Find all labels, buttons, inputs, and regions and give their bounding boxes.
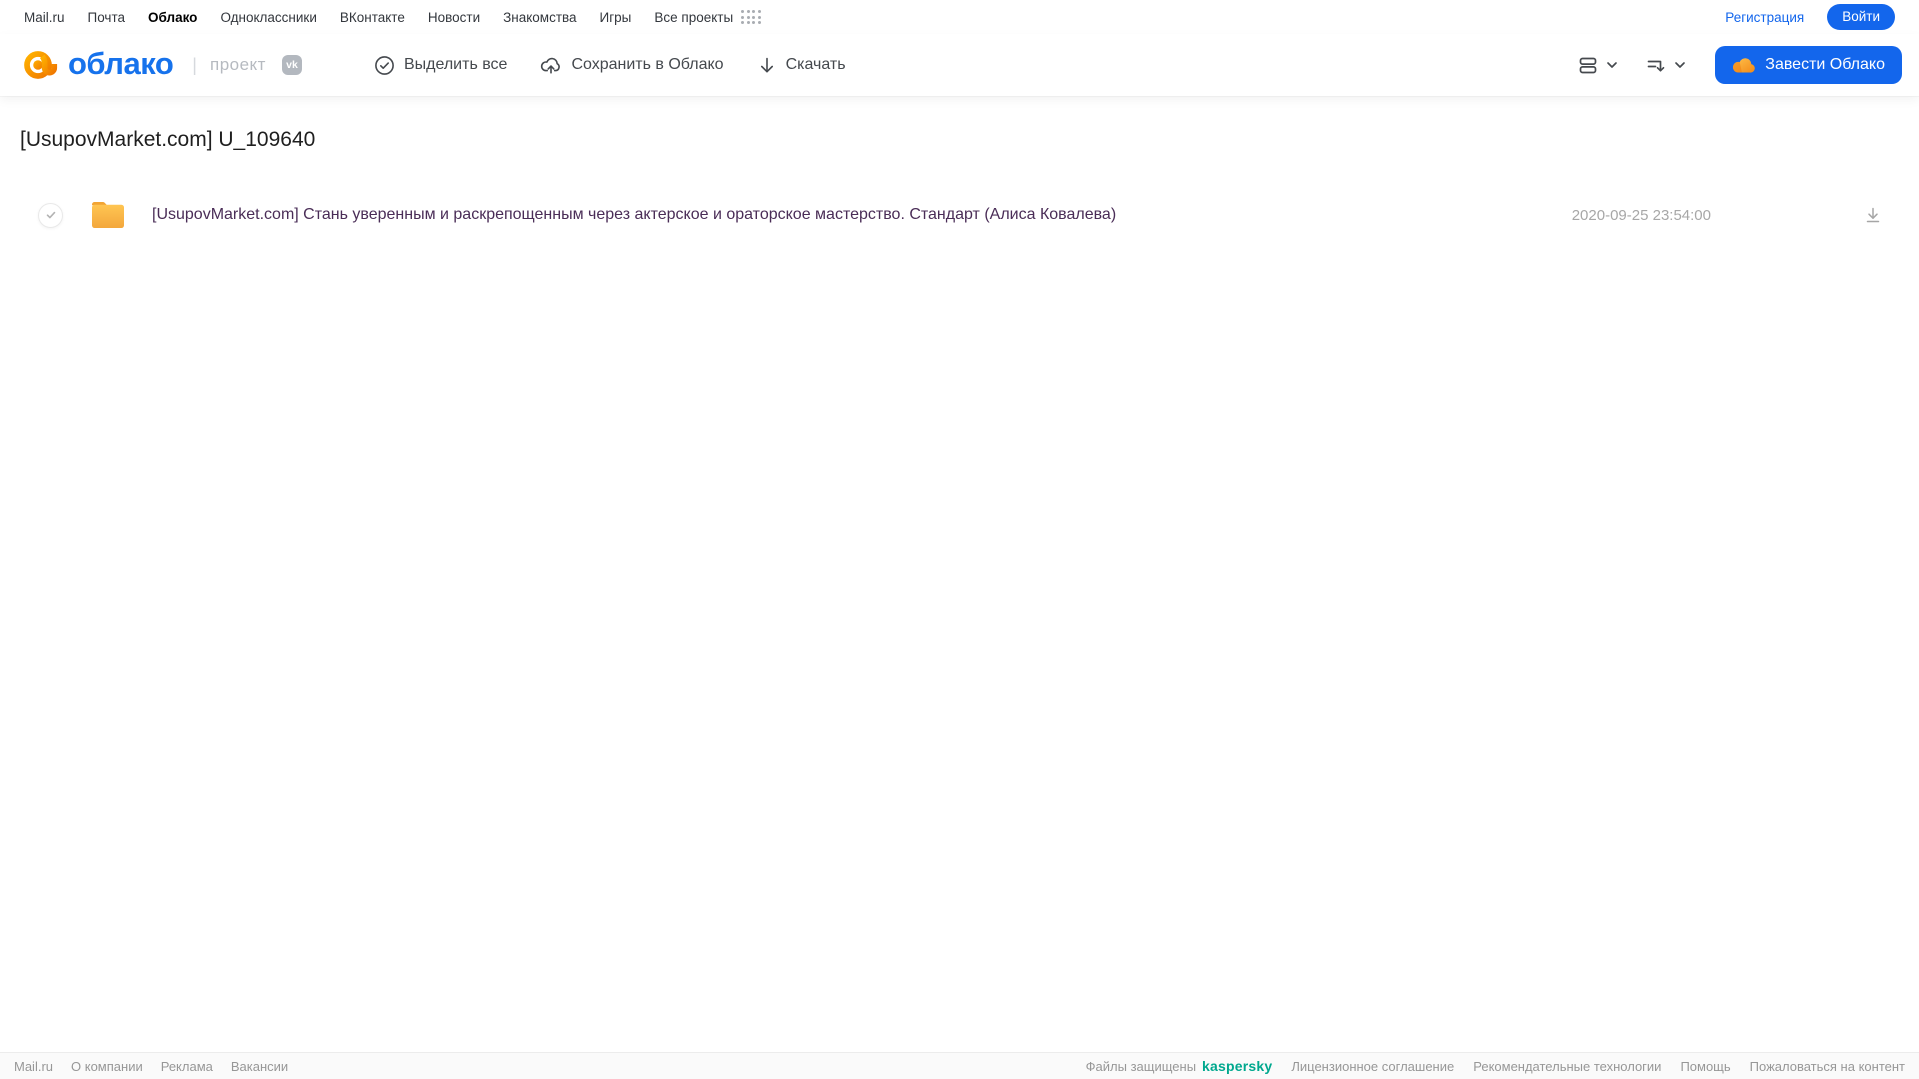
file-name-link[interactable]: [UsupovMarket.com] Стань уверенным и рас… <box>152 206 1116 224</box>
footer-link-mailru[interactable]: Mail.ru <box>14 1059 53 1074</box>
portal-link-cloud[interactable]: Облако <box>148 10 197 25</box>
cloud-logo[interactable]: облако | проект vk <box>17 44 302 86</box>
portal-link-all-projects[interactable]: Все проекты <box>654 10 733 25</box>
apps-grid-icon[interactable] <box>741 10 761 24</box>
footer-link-license[interactable]: Лицензионное соглашение <box>1291 1059 1454 1074</box>
kaspersky-logo: kaspersky <box>1202 1058 1273 1074</box>
page-title: [UsupovMarket.com] U_109640 <box>20 128 316 151</box>
view-mode-selector[interactable] <box>1577 54 1619 76</box>
footer-link-ads[interactable]: Реклама <box>161 1059 213 1074</box>
project-label: проект <box>209 55 266 74</box>
download-button[interactable]: Скачать <box>757 55 846 76</box>
footer-link-recommendations[interactable]: Рекомендательные технологии <box>1473 1059 1661 1074</box>
folder-icon <box>92 202 124 228</box>
portal-link-mailru[interactable]: Mail.ru <box>24 10 65 25</box>
check-icon <box>46 211 55 219</box>
portal-link-mail[interactable]: Почта <box>88 10 126 25</box>
portal-link-dating[interactable]: Знакомства <box>503 10 576 25</box>
select-all-label: Выделить все <box>403 56 508 73</box>
header-right-controls: Завести Облако <box>1577 46 1902 84</box>
cloud-logo-text: облако <box>68 45 174 81</box>
footer-right-links: Файлы защищены kaspersky Лицензионное со… <box>1086 1058 1905 1074</box>
protected-label: Файлы защищены <box>1085 1059 1197 1074</box>
sort-order-icon <box>1647 60 1665 72</box>
footer-link-about[interactable]: О компании <box>71 1059 143 1074</box>
footer-link-report[interactable]: Пожаловаться на контент <box>1750 1059 1905 1074</box>
save-to-cloud-button[interactable]: Сохранить в Облако <box>540 55 724 76</box>
footer-link-jobs[interactable]: Вакансии <box>231 1059 288 1074</box>
save-to-cloud-label: Сохранить в Облако <box>571 56 724 73</box>
mailru-at-icon <box>24 51 58 79</box>
logo-divider: | <box>192 54 197 75</box>
download-arrow-icon <box>760 57 773 72</box>
get-cloud-button[interactable]: Завести Облако <box>1715 46 1902 84</box>
chevron-down-icon <box>1675 62 1686 68</box>
get-cloud-label: Завести Облако <box>1765 56 1885 73</box>
portal-nav: Mail.ru Почта Облако Одноклассники ВКонт… <box>0 0 1919 34</box>
download-tray-icon <box>1866 207 1880 223</box>
check-circle-icon <box>375 55 394 75</box>
kaspersky-protection: Файлы защищены kaspersky <box>1086 1058 1273 1074</box>
portal-link-vkontakte[interactable]: ВКонтакте <box>340 10 405 25</box>
vk-badge-icon: vk <box>281 55 302 75</box>
file-row[interactable]: [UsupovMarket.com] Стань уверенным и рас… <box>20 200 1883 230</box>
all-projects-group[interactable]: Все проекты <box>654 10 761 25</box>
login-button[interactable]: Войти <box>1827 4 1895 30</box>
sort-selector[interactable] <box>1645 54 1687 76</box>
footer-link-help[interactable]: Помощь <box>1680 1059 1730 1074</box>
cloud-icon <box>1733 58 1756 73</box>
page-footer: Mail.ru О компании Реклама Вакансии Файл… <box>0 1052 1919 1079</box>
app-header: облако | проект vk Выделить все Сохранит… <box>0 34 1919 96</box>
register-link[interactable]: Регистрация <box>1725 10 1804 25</box>
row-checkbox[interactable] <box>38 202 63 228</box>
main-content: [UsupovMarket.com] U_109640 [UsupovMarke… <box>0 96 1919 1052</box>
download-label: Скачать <box>785 56 846 73</box>
list-view-icon <box>1579 57 1597 74</box>
file-actions-toolbar: Выделить все Сохранить в Облако Скачать <box>374 55 846 76</box>
chevron-down-icon <box>1607 62 1618 68</box>
footer-left-links: Mail.ru О компании Реклама Вакансии <box>14 1059 288 1074</box>
select-all-button[interactable]: Выделить все <box>374 55 507 76</box>
portal-link-games[interactable]: Игры <box>600 10 632 25</box>
portal-link-odnoklassniki[interactable]: Одноклассники <box>220 10 316 25</box>
file-date: 2020-09-25 23:54:00 <box>1571 206 1711 224</box>
portal-link-news[interactable]: Новости <box>428 10 480 25</box>
row-download-button[interactable] <box>1863 205 1883 225</box>
cloud-upload-icon <box>541 57 561 74</box>
